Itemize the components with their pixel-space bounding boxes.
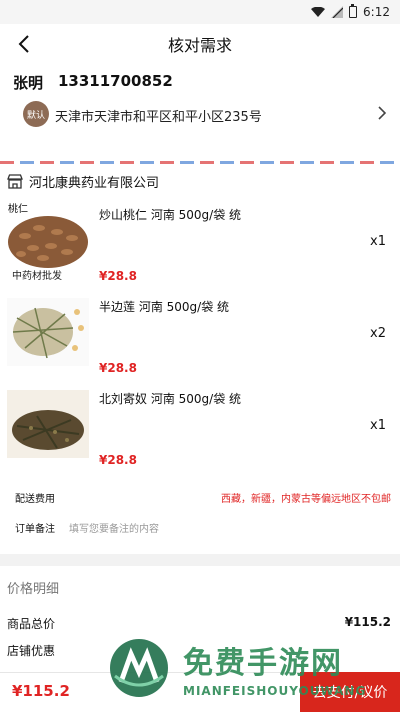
section-gap xyxy=(0,554,400,566)
chevron-left-icon xyxy=(18,35,29,53)
remark-label: 订单备注 xyxy=(15,523,55,535)
address-text: 天津市天津市和平区和平小区235号 xyxy=(55,110,262,125)
chevron-right-icon xyxy=(378,106,387,120)
status-time: 6:12 xyxy=(363,5,390,19)
product-thumb-caption: 中药材批发 xyxy=(12,271,62,282)
goods-total-label: 商品总价 xyxy=(7,617,56,631)
product-thumbnail xyxy=(7,298,89,366)
battery-icon xyxy=(349,4,358,18)
store-name: 河北康典药业有限公司 xyxy=(29,175,160,191)
store-section: 河北康典药业有限公司 桃仁 中药材批发 炒山桃仁 河南 500g/袋 统 x1 … xyxy=(0,164,400,554)
address-stripe-divider xyxy=(0,161,400,164)
signal-icon xyxy=(331,6,344,18)
shipping-label: 配送费用 xyxy=(15,493,55,505)
wifi-icon xyxy=(311,7,326,17)
shipping-note: 西藏，新疆，内蒙古等偏远地区不包邮 xyxy=(221,493,391,505)
product-item[interactable]: 桃仁 中药材批发 炒山桃仁 河南 500g/袋 统 x1 ¥28.8 xyxy=(0,198,400,290)
remark-row: 订单备注 填写您要备注的内容 xyxy=(0,512,400,542)
bottom-bar: ¥115.2 去支付/议价 xyxy=(0,672,400,712)
product-price: ¥28.8 xyxy=(99,453,137,467)
page-title: 核对需求 xyxy=(167,36,232,55)
recipient-phone: 13311700852 xyxy=(58,72,173,90)
price-detail-header: 价格明细 xyxy=(7,582,60,597)
order-total: ¥115.2 xyxy=(12,682,70,700)
default-badge: 默认 xyxy=(23,101,49,127)
product-item[interactable]: 北刘寄奴 河南 500g/袋 统 x1 ¥28.8 xyxy=(0,382,400,474)
product-tag: 桃仁 xyxy=(8,204,28,215)
product-quantity: x1 xyxy=(370,234,386,249)
product-title: 半边莲 河南 500g/袋 统 xyxy=(99,300,230,314)
remark-input[interactable]: 填写您要备注的内容 xyxy=(69,520,159,535)
status-bar: 6:12 xyxy=(0,0,400,24)
product-item[interactable]: 半边莲 河南 500g/袋 统 x2 ¥28.8 xyxy=(0,290,400,382)
product-title: 北刘寄奴 河南 500g/袋 统 xyxy=(99,392,242,406)
nav-bar: 核对需求 xyxy=(0,24,400,64)
store-header: 河北康典药业有限公司 xyxy=(0,164,400,198)
recipient-name: 张明 xyxy=(13,74,44,92)
shipping-row: 配送费用 西藏，新疆，内蒙古等偏远地区不包邮 xyxy=(0,482,400,512)
product-quantity: x1 xyxy=(370,418,386,433)
goods-total-value: ¥115.2 xyxy=(344,615,391,629)
product-thumbnail xyxy=(7,390,89,458)
product-title: 炒山桃仁 河南 500g/袋 统 xyxy=(99,208,242,222)
store-icon xyxy=(7,173,23,189)
product-thumbnail xyxy=(7,206,89,274)
store-discount-label: 店铺优惠 xyxy=(7,644,56,658)
product-price: ¥28.8 xyxy=(99,361,137,375)
product-price: ¥28.8 xyxy=(99,269,137,283)
pay-button[interactable]: 去支付/议价 xyxy=(300,672,400,712)
back-button[interactable] xyxy=(10,30,38,58)
product-quantity: x2 xyxy=(370,326,386,341)
address-card[interactable]: 张明 13311700852 默认 天津市天津市和平区和平小区235号 xyxy=(0,64,400,164)
price-detail-section: 价格明细 商品总价 ¥115.2 店铺优惠 xyxy=(0,566,400,686)
